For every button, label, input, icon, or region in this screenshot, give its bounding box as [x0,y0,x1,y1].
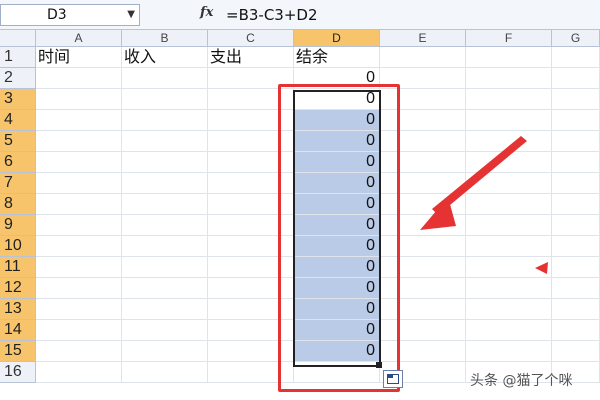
watermark: 头条 @猫了个咪 [470,373,573,389]
auto-fill-options-icon[interactable] [383,370,403,388]
annotation-arrow [420,136,548,274]
annotation-pointer [535,262,548,274]
